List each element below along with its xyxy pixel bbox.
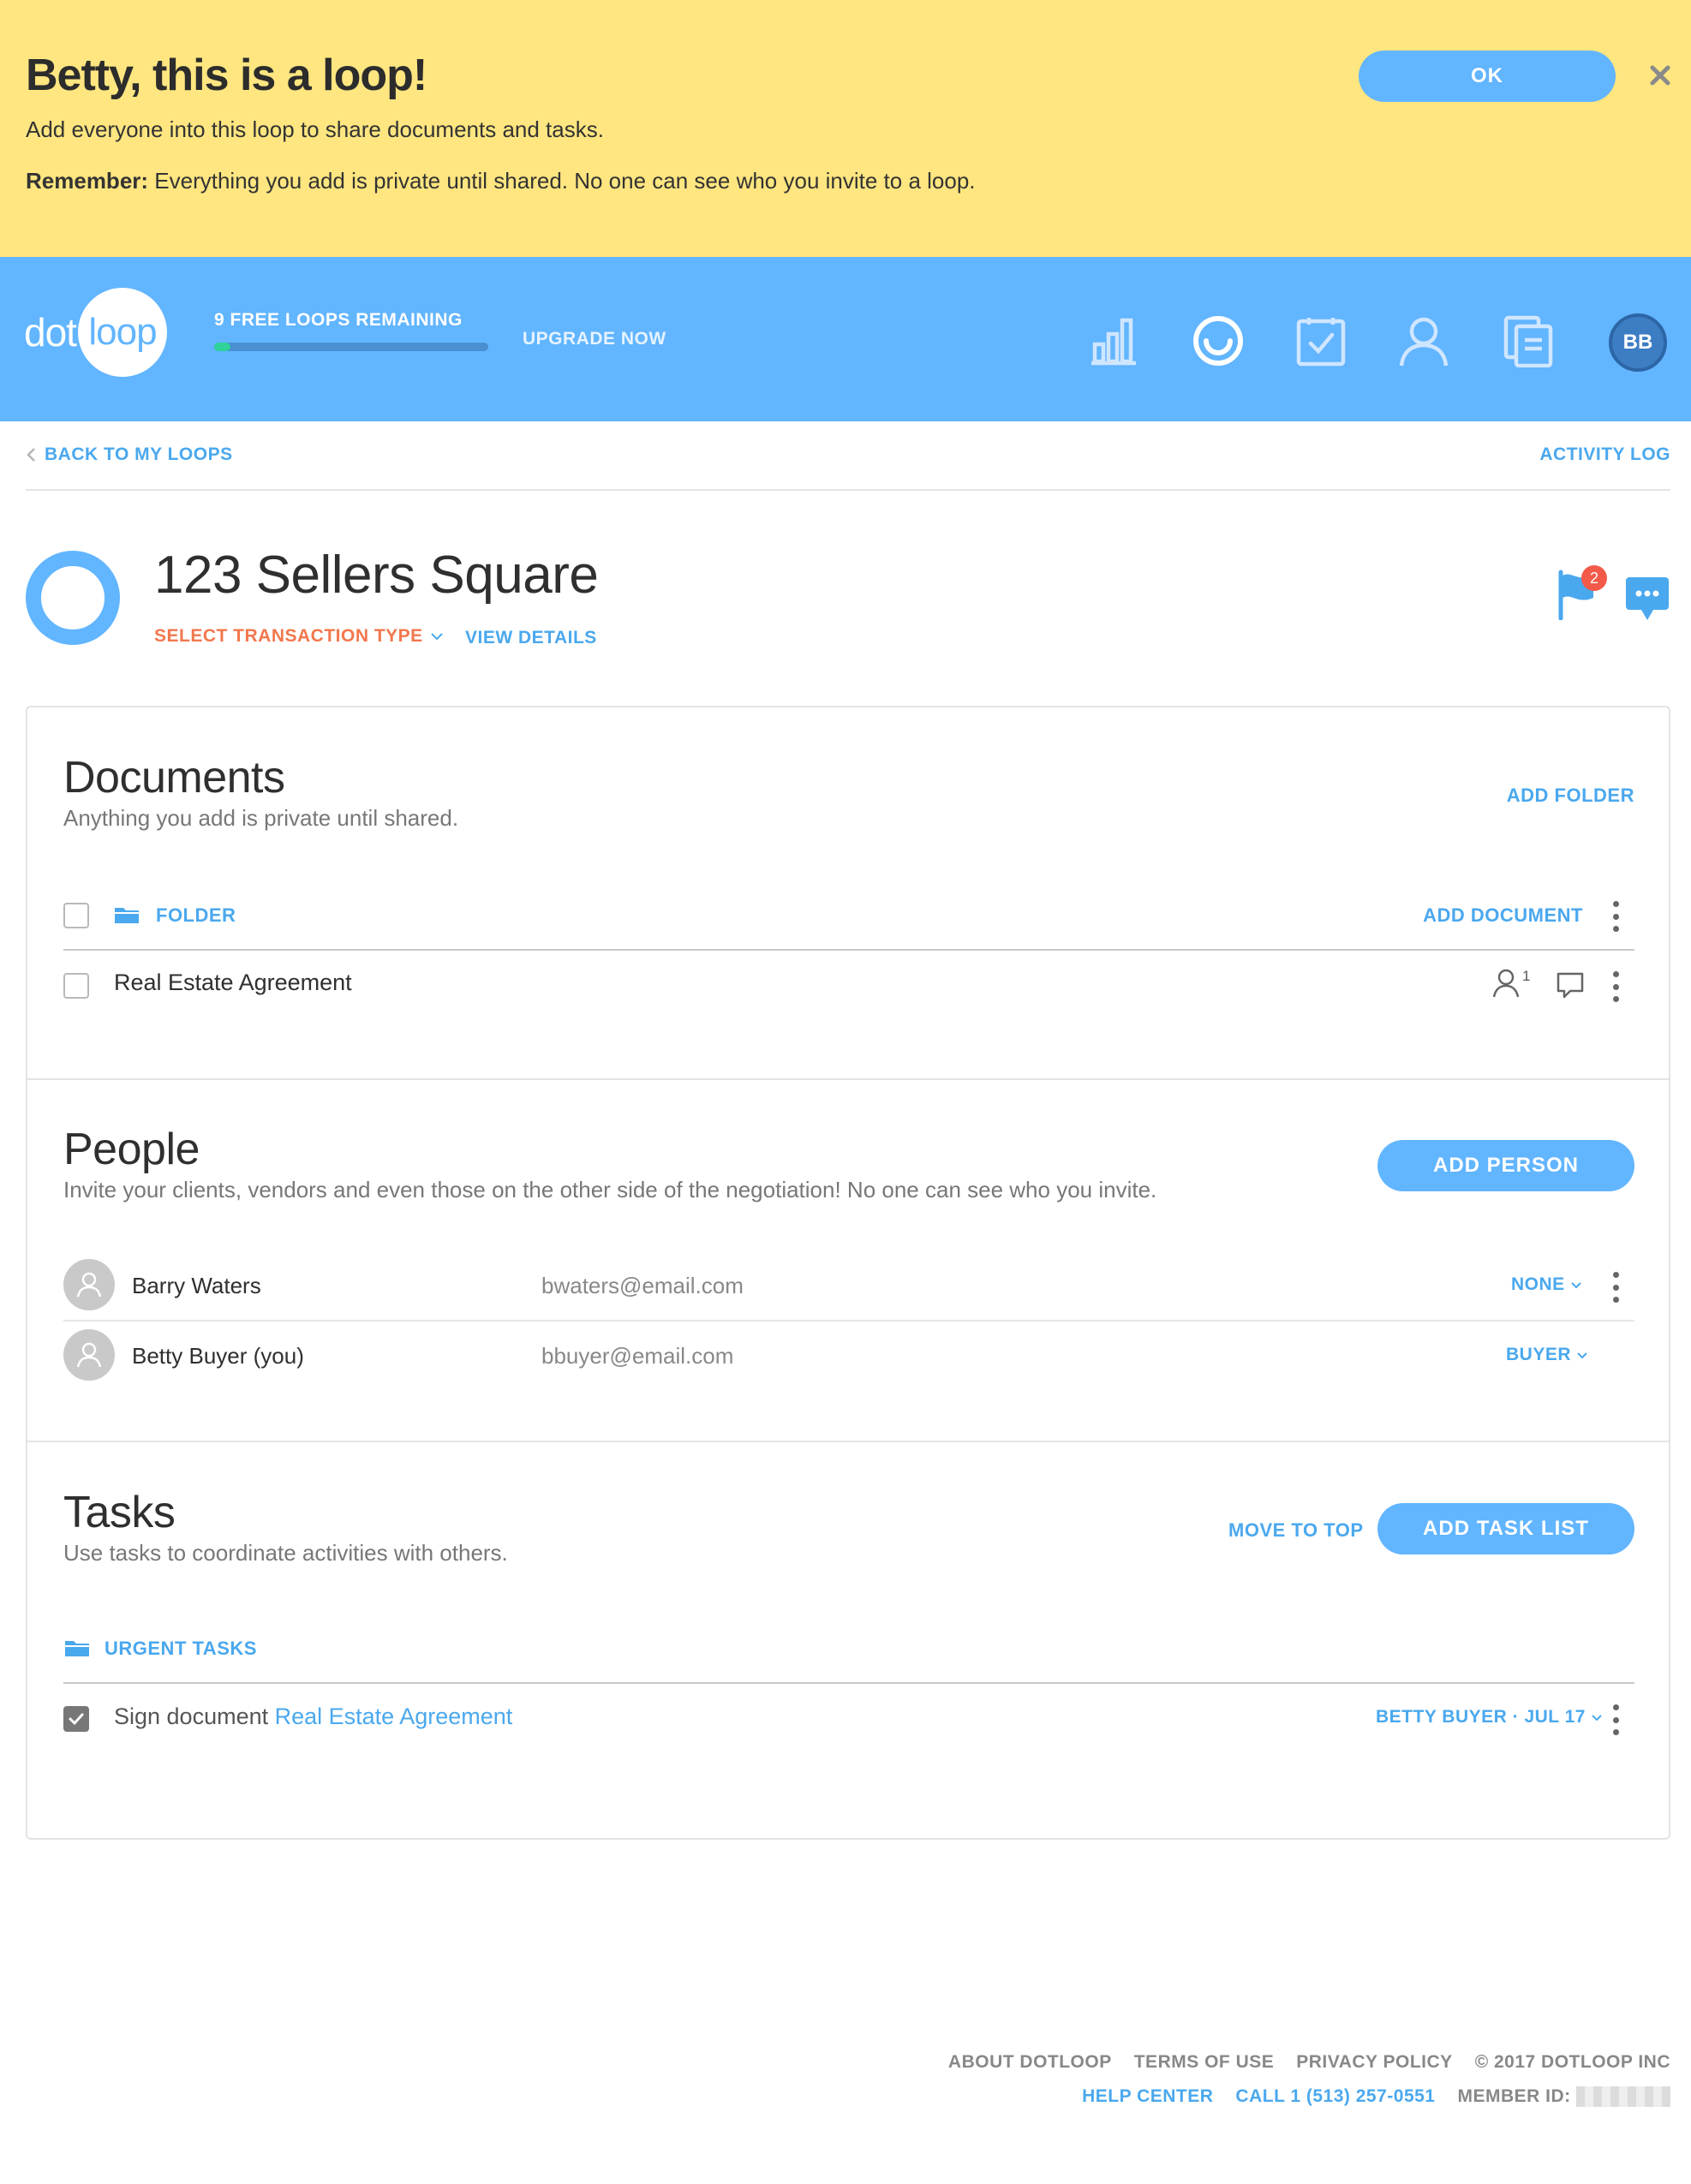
footer-support: HELP CENTER CALL 1 (513) 257-0551 MEMBER… (1082, 2086, 1670, 2108)
member-id-redacted (1576, 2086, 1670, 2108)
add-person-button[interactable]: ADD PERSON (1377, 1140, 1634, 1191)
document-name[interactable]: Real Estate Agreement (114, 970, 352, 996)
footer-links: ABOUT DOTLOOP TERMS OF USE PRIVACY POLIC… (948, 2052, 1670, 2073)
loop-status-ring (26, 551, 120, 645)
add-document-button[interactable]: ADD DOCUMENT (1423, 904, 1583, 927)
person-avatar (63, 1259, 115, 1310)
documents-section-divider (27, 1078, 1669, 1080)
person-role-dropdown[interactable]: NONE (1511, 1274, 1582, 1295)
app-header: dot loop 9 FREE LOOPS REMAINING UPGRADE … (0, 257, 1691, 421)
tasks-check-icon[interactable] (1294, 313, 1348, 368)
upgrade-now-link[interactable]: UPGRADE NOW (523, 329, 666, 349)
close-icon[interactable] (1645, 60, 1676, 91)
select-transaction-type-dropdown[interactable]: SELECT TRANSACTION TYPE (154, 626, 444, 647)
person-more-menu[interactable] (1610, 1272, 1621, 1303)
chevron-left-icon (27, 448, 35, 462)
flag-button[interactable]: 2 (1556, 565, 1607, 622)
folder-label[interactable]: FOLDER (156, 904, 236, 927)
chevron-down-icon (1577, 1352, 1587, 1358)
privacy-link[interactable]: PRIVACY POLICY (1296, 2052, 1452, 2073)
logo-circle: loop (77, 288, 167, 377)
loop-card: Documents Anything you add is private un… (26, 706, 1670, 1840)
back-to-my-loops-link[interactable]: BACK TO MY LOOPS (26, 445, 233, 465)
tasks-subtitle: Use tasks to coordinate activities with … (63, 1540, 508, 1566)
folder-checkbox[interactable] (63, 903, 89, 928)
free-loops-remaining: 9 FREE LOOPS REMAINING (214, 310, 463, 330)
remember-label: Remember: (26, 168, 149, 194)
task-assignee-dropdown[interactable]: BETTY BUYER · JUL 17 (1376, 1707, 1603, 1728)
task-list-label[interactable]: URGENT TASKS (105, 1638, 257, 1660)
onboarding-banner: Betty, this is a loop! Add everyone into… (0, 0, 1691, 257)
banner-text: Add everyone into this loop to share doc… (26, 116, 604, 142)
banner-remember: Remember: Everything you add is private … (26, 168, 976, 194)
member-id: MEMBER ID: (1457, 2086, 1670, 2108)
subnav-divider (26, 489, 1670, 491)
dotloop-logo[interactable]: dot loop (24, 288, 167, 377)
person-name: Barry Waters (132, 1273, 261, 1298)
documents-title: Documents (63, 753, 285, 803)
add-folder-button[interactable]: ADD FOLDER (1507, 785, 1634, 807)
copyright: © 2017 DOTLOOP INC (1474, 2052, 1670, 2072)
document-more-menu[interactable] (1610, 971, 1621, 1002)
role-label: NONE (1511, 1274, 1565, 1294)
role-label: BUYER (1506, 1345, 1572, 1364)
people-subtitle: Invite your clients, vendors and even th… (63, 1177, 1157, 1202)
logo-dot-text: dot (24, 310, 77, 355)
document-shared-people[interactable]: 1 (1492, 968, 1530, 999)
task-checkbox[interactable] (63, 1706, 89, 1732)
chevron-down-icon (1570, 1281, 1581, 1288)
chevron-down-icon (1592, 1714, 1602, 1721)
activity-log-link[interactable]: ACTIVITY LOG (1539, 445, 1670, 465)
back-link-label: BACK TO MY LOOPS (45, 445, 233, 464)
loop-icon[interactable] (1191, 313, 1246, 368)
folder-icon (113, 904, 140, 929)
chat-icon[interactable] (1624, 576, 1670, 624)
task-assignee-label: BETTY BUYER · JUL 17 (1376, 1707, 1586, 1727)
person-email: bbuyer@email.com (541, 1343, 734, 1369)
people-title: People (63, 1125, 200, 1174)
person-avatar (63, 1329, 115, 1381)
add-task-list-button[interactable]: ADD TASK LIST (1377, 1503, 1634, 1554)
people-section-divider (27, 1441, 1669, 1442)
loops-progress-fill (214, 343, 231, 351)
person-icon (1492, 969, 1520, 998)
documents-subtitle: Anything you add is private until shared… (63, 805, 459, 831)
task-list-divider (63, 1682, 1634, 1684)
folder-icon (63, 1638, 91, 1662)
task-text: Sign document Real Estate Agreement (114, 1704, 512, 1730)
banner-title: Betty, this is a loop! (26, 51, 427, 100)
task-more-menu[interactable] (1610, 1704, 1621, 1735)
logo-loop-text: loop (88, 311, 157, 353)
remember-text: Everything you add is private until shar… (148, 168, 976, 194)
help-center-link[interactable]: HELP CENTER (1082, 2086, 1213, 2107)
folder-divider (63, 949, 1634, 951)
chevron-down-icon (430, 633, 443, 641)
person-email: bwaters@email.com (541, 1273, 744, 1298)
flag-count-badge: 2 (1581, 565, 1607, 591)
call-support-link[interactable]: CALL 1 (513) 257-0551 (1235, 2086, 1435, 2107)
contacts-person-icon[interactable] (1396, 313, 1451, 368)
folder-more-menu[interactable] (1610, 901, 1621, 932)
bar-chart-icon[interactable] (1086, 313, 1141, 368)
person-divider (63, 1320, 1634, 1322)
user-avatar[interactable]: BB (1609, 313, 1667, 372)
task-document-link[interactable]: Real Estate Agreement (275, 1704, 513, 1729)
person-name: Betty Buyer (you) (132, 1343, 304, 1369)
loops-progress-bar (214, 343, 488, 351)
person-role-dropdown[interactable]: BUYER (1506, 1345, 1588, 1365)
loop-title[interactable]: 123 Sellers Square (154, 545, 599, 606)
transaction-type-label: SELECT TRANSACTION TYPE (154, 626, 423, 646)
move-to-top-button[interactable]: MOVE TO TOP (1228, 1519, 1364, 1542)
terms-link[interactable]: TERMS OF USE (1134, 2052, 1275, 2073)
about-link[interactable]: ABOUT DOTLOOP (948, 2052, 1112, 2073)
documents-icon[interactable] (1501, 313, 1556, 368)
document-checkbox[interactable] (63, 973, 89, 999)
shared-count: 1 (1522, 968, 1531, 984)
member-id-label: MEMBER ID: (1457, 2086, 1571, 2106)
ok-button[interactable]: OK (1359, 51, 1616, 102)
task-prefix: Sign document (114, 1704, 275, 1729)
tasks-title: Tasks (63, 1488, 176, 1537)
comment-icon[interactable] (1556, 971, 1585, 1005)
view-details-link[interactable]: VIEW DETAILS (465, 628, 597, 648)
